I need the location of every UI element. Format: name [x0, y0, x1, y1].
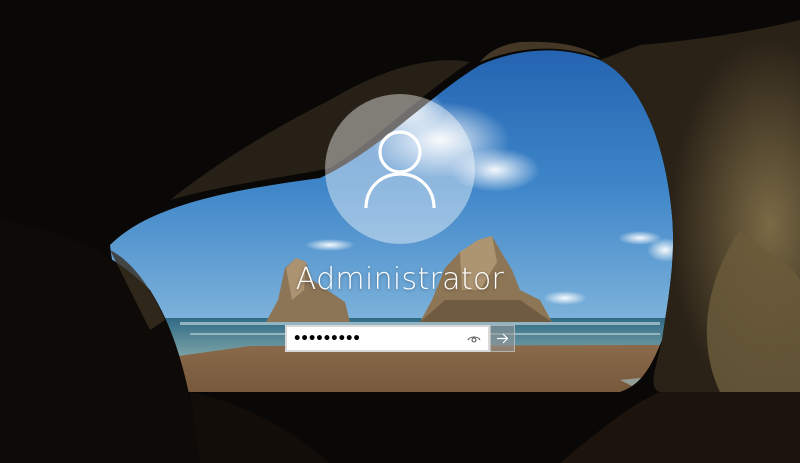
password-field[interactable] — [285, 325, 490, 352]
login-panel: Administrator — [0, 0, 800, 463]
lock-screen: Administrator — [0, 0, 800, 463]
reveal-password-button[interactable] — [464, 330, 484, 348]
username-label: Administrator — [295, 262, 505, 297]
arrow-right-icon — [497, 333, 509, 344]
submit-button[interactable] — [490, 325, 515, 352]
user-silhouette-icon — [364, 130, 436, 209]
eye-icon — [467, 336, 481, 343]
password-box — [285, 325, 515, 352]
password-input[interactable] — [287, 328, 463, 349]
user-avatar — [325, 94, 475, 244]
